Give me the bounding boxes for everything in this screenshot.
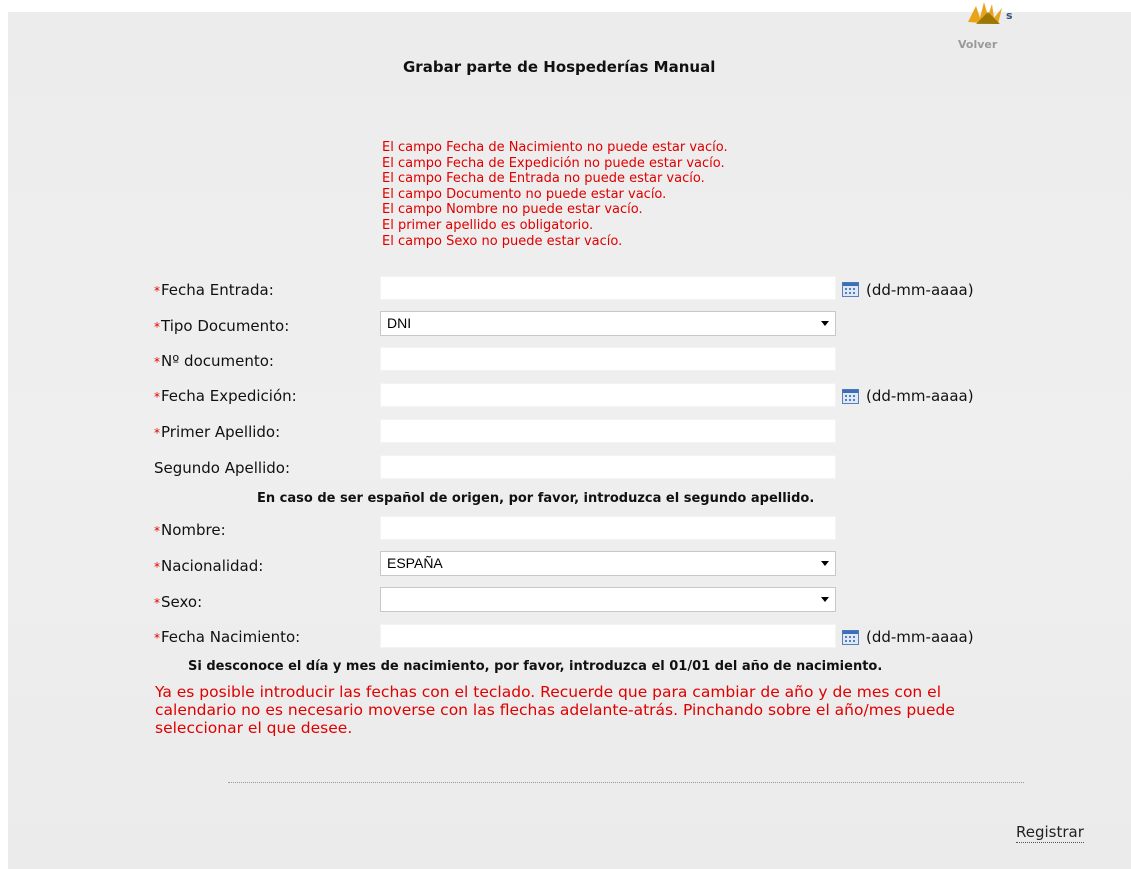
fecha-nacimiento-label: *Fecha Nacimiento: [154, 628, 300, 646]
segundo-apellido-note: En caso de ser español de origen, por fa… [257, 491, 815, 506]
tipo-documento-label: *Tipo Documento: [154, 317, 289, 335]
nombre-label-text: Nombre: [161, 521, 226, 539]
tipo-documento-value: DNI [387, 315, 412, 331]
fecha-nacimiento-input[interactable] [380, 624, 836, 648]
chevron-down-icon [821, 597, 829, 602]
svg-text:s: s [1006, 9, 1013, 22]
sexo-select[interactable] [380, 587, 836, 612]
fecha-entrada-label-text: Fecha Entrada: [161, 281, 274, 299]
error-message: El campo Fecha de Entrada no puede estar… [382, 171, 705, 187]
calendar-icon[interactable] [842, 630, 859, 645]
chevron-down-icon [821, 561, 829, 566]
tipo-documento-select[interactable]: DNI [380, 311, 836, 336]
calendar-icon[interactable] [842, 282, 859, 297]
error-message: El campo Fecha de Nacimiento no puede es… [382, 140, 728, 155]
nacionalidad-select[interactable]: ESPAÑA [380, 551, 836, 576]
segundo-apellido-input[interactable] [380, 455, 836, 479]
date-format-hint: (dd-mm-aaaa) [866, 387, 974, 405]
numero-documento-label-text: Nº documento: [161, 352, 274, 370]
calendar-icon[interactable] [842, 389, 859, 404]
date-format-hint: (dd-mm-aaaa) [866, 628, 974, 646]
chevron-down-icon [821, 321, 829, 326]
fecha-expedicion-input[interactable] [380, 383, 836, 407]
nombre-label: *Nombre: [154, 521, 226, 539]
required-mark: * [154, 631, 160, 645]
nacionalidad-label-text: Nacionalidad: [161, 557, 264, 575]
required-mark: * [154, 355, 160, 369]
required-mark: * [154, 320, 160, 334]
primer-apellido-label-text: Primer Apellido: [161, 423, 281, 441]
back-link[interactable]: Volver [958, 38, 997, 51]
required-mark: * [154, 284, 160, 298]
error-list: El campo Fecha de Nacimiento no puede es… [382, 140, 728, 249]
date-format-hint: (dd-mm-aaaa) [866, 281, 974, 299]
numero-documento-input[interactable] [380, 347, 836, 371]
primer-apellido-input[interactable] [380, 419, 836, 443]
required-mark: * [154, 390, 160, 404]
required-mark: * [154, 524, 160, 538]
nombre-input[interactable] [380, 516, 836, 540]
fecha-entrada-input[interactable] [380, 276, 836, 300]
fecha-nacimiento-label-text: Fecha Nacimiento: [161, 628, 301, 646]
segundo-apellido-label: Segundo Apellido: [154, 459, 291, 477]
required-mark: * [154, 596, 160, 610]
error-message: El campo Fecha de Expedición no puede es… [382, 155, 725, 171]
sexo-label-text: Sexo: [161, 593, 203, 611]
error-message: El campo Documento no puede estar vacío. [382, 186, 667, 202]
error-message: El primer apellido es obligatorio. [382, 217, 594, 233]
fecha-entrada-label: *Fecha Entrada: [154, 281, 274, 299]
fecha-nacimiento-note: Si desconoce el día y mes de nacimiento,… [188, 659, 883, 674]
required-mark: * [154, 426, 160, 440]
sexo-label: *Sexo: [154, 593, 202, 611]
nacionalidad-label: *Nacionalidad: [154, 557, 263, 575]
primer-apellido-label: *Primer Apellido: [154, 423, 280, 441]
page-title: Grabar parte de Hospederías Manual [403, 58, 716, 76]
numero-documento-label: *Nº documento: [154, 352, 274, 370]
nacionalidad-value: ESPAÑA [387, 555, 443, 571]
logo-icon[interactable]: s [962, 2, 1016, 30]
error-message: El campo Sexo no puede estar vacío. [382, 233, 623, 249]
fecha-expedicion-label: *Fecha Expedición: [154, 387, 297, 405]
keyboard-dates-info: Ya es posible introducir las fechas con … [155, 683, 955, 737]
error-message: El campo Nombre no puede estar vacío. [382, 202, 643, 218]
fecha-expedicion-label-text: Fecha Expedición: [161, 387, 297, 405]
register-button[interactable]: Registrar [1016, 823, 1084, 843]
tipo-documento-label-text: Tipo Documento: [161, 317, 290, 335]
divider [228, 782, 1024, 783]
required-mark: * [154, 560, 160, 574]
